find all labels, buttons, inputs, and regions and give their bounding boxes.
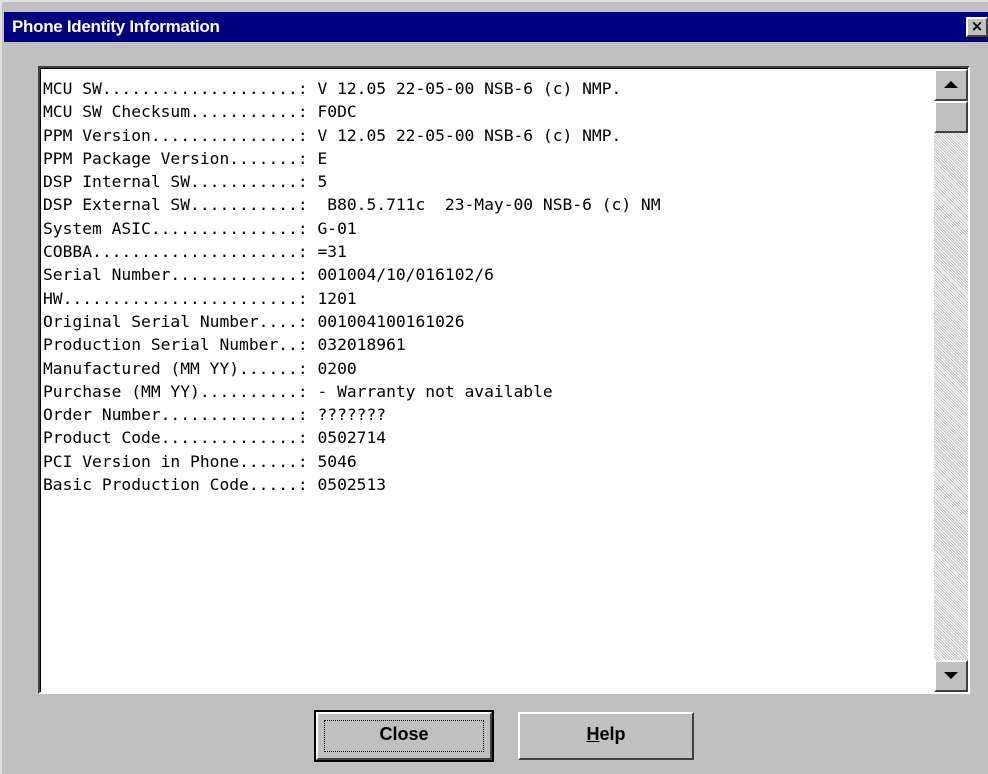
info-line-pci-version: PCI Version in Phone......: 5046 xyxy=(43,451,357,471)
scroll-thumb[interactable] xyxy=(934,101,968,133)
info-line-cobba: COBBA.....................: =31 xyxy=(43,242,347,262)
close-button-label: Close xyxy=(379,724,429,744)
info-line-purchase: Purchase (MM YY)..........: - Warranty n… xyxy=(43,381,553,401)
identity-info-listbox[interactable]: MCU SW....................: V 12.05 22-0… xyxy=(38,66,970,694)
vertical-scrollbar[interactable] xyxy=(934,69,968,692)
info-line-order-number: Order Number..............: ??????? xyxy=(43,405,387,425)
help-rest: elp xyxy=(599,724,626,744)
info-line-original-serial-number: Original Serial Number....: 001004100161… xyxy=(43,311,465,331)
info-lines: MCU SW....................: V 12.05 22-0… xyxy=(43,77,933,689)
window-title: Phone Identity Information xyxy=(12,17,220,36)
title-bar: Phone Identity Information × xyxy=(4,12,988,42)
info-line-production-serial-number: Production Serial Number..: 032018961 xyxy=(43,335,406,355)
info-line-serial-number: Serial Number.............: 001004/10/01… xyxy=(43,265,494,285)
info-line-dsp-internal-sw: DSP Internal SW...........: 5 xyxy=(43,172,328,192)
info-line-ppm-package-version: PPM Package Version.......: E xyxy=(43,148,328,168)
info-line-mcu-sw-checksum: MCU SW Checksum...........: F0DC xyxy=(43,102,357,122)
close-button[interactable]: Close xyxy=(314,710,494,762)
triangle-down-icon xyxy=(944,672,958,679)
scroll-down-button[interactable] xyxy=(934,660,968,692)
help-mnemonic: H xyxy=(586,724,600,744)
close-icon[interactable]: × xyxy=(966,17,988,37)
info-line-dsp-external-sw: DSP External SW...........: B80.5.711c 2… xyxy=(43,195,661,215)
info-line-mcu-sw: MCU SW....................: V 12.05 22-0… xyxy=(43,79,622,98)
triangle-up-icon xyxy=(944,81,958,88)
help-button-label: Help xyxy=(586,724,625,744)
phone-identity-dialog: Phone Identity Information × MCU SW.....… xyxy=(0,0,988,774)
info-line-hw: HW........................: 1201 xyxy=(43,288,357,308)
info-line-system-asic: System ASIC...............: G-01 xyxy=(43,218,357,238)
help-button[interactable]: Help xyxy=(518,712,694,760)
info-line-ppm-version: PPM Version...............: V 12.05 22-0… xyxy=(43,125,622,145)
info-line-manufactured: Manufactured (MM YY)......: 0200 xyxy=(43,358,357,378)
info-line-basic-production-code: Basic Production Code.....: 0502513 xyxy=(43,475,387,495)
scroll-up-button[interactable] xyxy=(934,69,968,101)
info-line-product-code: Product Code..............: 0502714 xyxy=(43,428,387,448)
